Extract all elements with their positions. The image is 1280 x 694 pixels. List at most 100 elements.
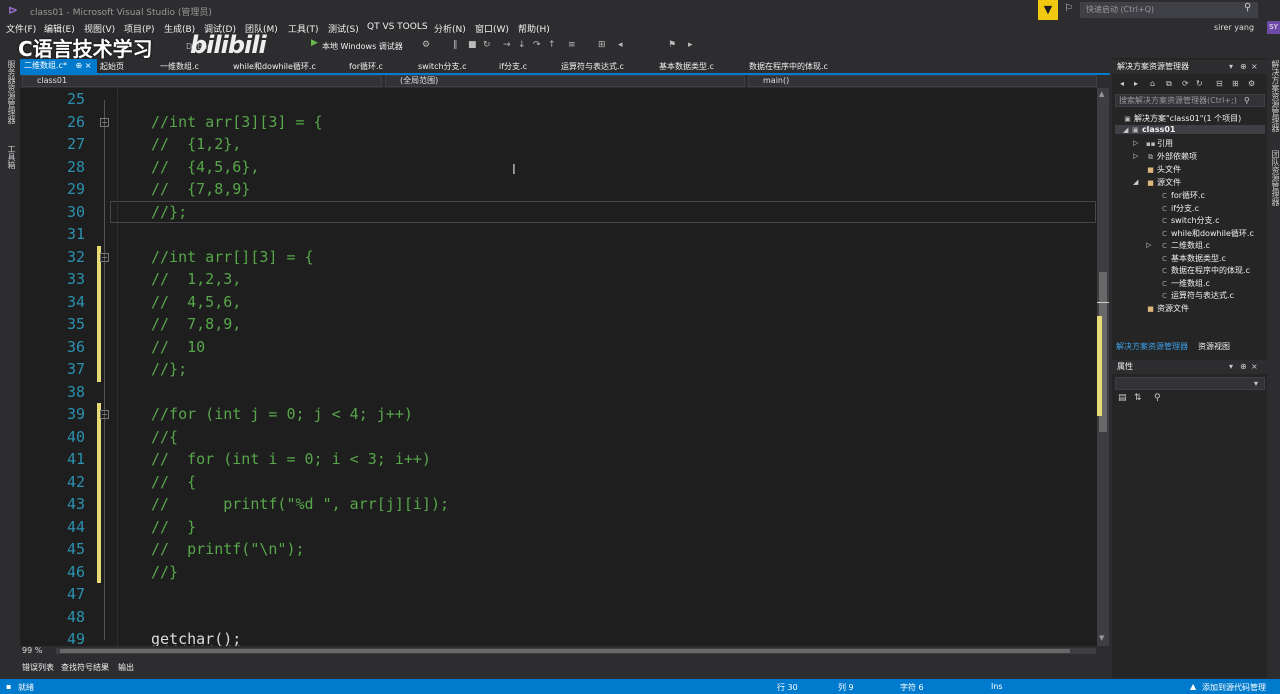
pin-close-icon[interactable]: ⊕ × bbox=[76, 61, 92, 70]
comment-icon[interactable]: ≡ bbox=[568, 40, 576, 50]
collapsed-arrow-icon[interactable]: ▷ bbox=[1133, 152, 1138, 160]
add-to-source-control-button[interactable]: 添加到源代码管理 bbox=[1202, 682, 1266, 693]
horizontal-scroll-thumb[interactable] bbox=[60, 649, 1070, 653]
tab-find-symbol-results[interactable]: 查找符号结果 bbox=[61, 662, 109, 673]
sync-icon[interactable]: ↻ bbox=[1196, 79, 1203, 88]
feedback-icon[interactable]: ⚐ bbox=[1064, 3, 1073, 14]
home-icon[interactable]: ⌂ bbox=[1150, 79, 1155, 88]
tab-file[interactable]: 一维数组.c bbox=[160, 60, 199, 73]
dropdown-icon[interactable]: ▾ bbox=[1229, 62, 1233, 71]
tab-active-file[interactable]: 二维数组.c* ⊕ × bbox=[20, 59, 97, 73]
pause-icon[interactable]: ‖ bbox=[453, 40, 458, 50]
show-next-statement-icon[interactable]: → bbox=[503, 40, 511, 50]
tree-file[interactable]: Cif分支.c bbox=[1160, 203, 1199, 214]
menu-analyze[interactable]: 分析(N) bbox=[434, 22, 466, 35]
menu-test[interactable]: 测试(S) bbox=[328, 22, 359, 35]
step-into-icon[interactable]: ↓ bbox=[518, 40, 526, 50]
notification-icon[interactable]: ▼ bbox=[1038, 0, 1058, 20]
avatar[interactable]: SY bbox=[1267, 21, 1280, 34]
switch-views-icon[interactable]: ⧉ bbox=[1166, 79, 1172, 89]
tree-node-resources[interactable]: ■ 资源文件 bbox=[1146, 303, 1189, 314]
back-icon[interactable]: ◂ bbox=[1120, 79, 1124, 88]
project-dropdown[interactable]: class01 bbox=[22, 75, 382, 87]
pending-changes-icon[interactable]: ⟳ bbox=[1182, 79, 1189, 88]
tree-node-sources[interactable]: ■ 源文件 bbox=[1146, 177, 1181, 188]
close-icon[interactable]: × bbox=[1251, 362, 1258, 371]
tab-error-list[interactable]: 错误列表 bbox=[22, 662, 54, 673]
menu-tools[interactable]: 工具(T) bbox=[288, 22, 319, 35]
scroll-down-icon[interactable]: ▼ bbox=[1099, 634, 1104, 642]
tree-node-references[interactable]: ▪▪ 引用 bbox=[1146, 138, 1173, 149]
tab-output[interactable]: 输出 bbox=[118, 662, 134, 673]
tree-file[interactable]: C 运算符与表达式.c bbox=[1160, 290, 1234, 301]
project-node[interactable]: ◢ ▣ class01 bbox=[1115, 125, 1265, 134]
start-debug-button[interactable]: 本地 Windows 调试器 bbox=[322, 39, 403, 54]
properties-icon[interactable]: ⚙ bbox=[1248, 79, 1255, 88]
collapse-icon[interactable]: − bbox=[100, 118, 109, 127]
next-bookmark-icon[interactable]: ▸ bbox=[688, 40, 693, 50]
step-over-icon[interactable]: ↷ bbox=[533, 40, 541, 50]
prev-bookmark-icon[interactable]: ◂ bbox=[618, 40, 623, 50]
tree-file[interactable]: Cfor循环.c bbox=[1160, 190, 1205, 201]
restart-icon[interactable]: ↻ bbox=[483, 40, 491, 50]
tab-file[interactable]: for循环.c bbox=[349, 60, 383, 73]
tab-file[interactable]: 基本数据类型.c bbox=[659, 60, 714, 73]
team-explorer-side-tab[interactable]: 团队资源管理器 bbox=[1270, 150, 1280, 206]
zoom-level[interactable]: 99 % bbox=[22, 646, 42, 655]
forward-icon[interactable]: ▸ bbox=[1134, 79, 1138, 88]
tab-file[interactable]: 运算符与表达式.c bbox=[561, 60, 624, 73]
solution-node[interactable]: ▣ 解决方案"class01"(1 个项目) bbox=[1123, 113, 1241, 124]
properties-object-select[interactable] bbox=[1115, 377, 1265, 390]
step-out-icon[interactable]: ↑ bbox=[548, 40, 556, 50]
tab-file[interactable]: while和dowhile循环.c bbox=[233, 60, 316, 73]
tab-solution-explorer[interactable]: 解决方案资源管理器 bbox=[1116, 341, 1188, 352]
close-icon[interactable]: × bbox=[1251, 62, 1258, 71]
scope-dropdown[interactable]: (全局范围) bbox=[385, 75, 745, 87]
expanded-arrow-icon[interactable]: ◢ bbox=[1133, 178, 1138, 186]
start-debug-icon[interactable]: ▶ bbox=[311, 38, 318, 48]
collapsed-arrow-icon[interactable]: ▷ bbox=[1146, 241, 1151, 249]
pin-icon[interactable]: ⊕ bbox=[1240, 62, 1247, 71]
stop-icon[interactable]: ■ bbox=[468, 40, 477, 50]
toolbox-tab[interactable]: 工具箱 bbox=[6, 145, 17, 169]
tree-file[interactable]: C 基本数据类型.c bbox=[1160, 253, 1226, 264]
tab-resource-view[interactable]: 资源视图 bbox=[1198, 341, 1230, 352]
tab-file[interactable]: 数据在程序中的体现.c bbox=[749, 60, 828, 73]
collapse-icon[interactable]: − bbox=[100, 253, 109, 262]
tree-file[interactable]: Cswitch分支.c bbox=[1160, 215, 1219, 226]
menu-window[interactable]: 窗口(W) bbox=[475, 22, 509, 35]
property-pages-icon[interactable]: ⚲ bbox=[1154, 393, 1161, 403]
tree-node-headers[interactable]: ■ 头文件 bbox=[1146, 164, 1181, 175]
search-icon[interactable]: ⚲ bbox=[1244, 2, 1251, 13]
source-control-icon[interactable]: ▲ bbox=[1190, 682, 1196, 691]
solution-explorer-side-tab[interactable]: 解决方案资源管理器 bbox=[1270, 60, 1280, 132]
tree-file[interactable]: C 数据在程序中的体现.c bbox=[1160, 265, 1250, 276]
collapse-all-icon[interactable]: ⊟ bbox=[1216, 79, 1223, 88]
show-all-files-icon[interactable]: ⊞ bbox=[1232, 79, 1239, 88]
menu-help[interactable]: 帮助(H) bbox=[518, 22, 550, 35]
collapse-icon[interactable]: − bbox=[100, 410, 109, 419]
pin-icon[interactable]: ⊕ bbox=[1240, 362, 1247, 371]
chevron-down-icon[interactable]: ▾ bbox=[1254, 379, 1258, 388]
bookmark-icon[interactable]: ⊞ bbox=[598, 40, 606, 50]
tree-file[interactable]: C 二维数组.c bbox=[1160, 240, 1210, 251]
attach-icon[interactable]: ⚙ bbox=[422, 40, 430, 50]
tree-file[interactable]: Cwhile和dowhile循环.c bbox=[1160, 228, 1254, 239]
quick-launch-input[interactable]: 快速启动 (Ctrl+Q) bbox=[1080, 2, 1258, 18]
scroll-up-icon[interactable]: ▲ bbox=[1099, 90, 1104, 98]
server-explorer-tab[interactable]: 服务器资源管理器 bbox=[6, 60, 17, 124]
alphabetical-icon[interactable]: ⇅ bbox=[1134, 393, 1142, 403]
tree-node-external-deps[interactable]: ⧉ 外部依赖项 bbox=[1146, 151, 1197, 162]
collapsed-arrow-icon[interactable]: ▷ bbox=[1133, 139, 1138, 147]
dropdown-icon[interactable]: ▾ bbox=[1229, 362, 1233, 371]
tab-start-page[interactable]: 起始页 bbox=[100, 60, 124, 73]
user-name[interactable]: sirer yang bbox=[1214, 23, 1254, 32]
tree-file[interactable]: C 一维数组.c bbox=[1160, 278, 1210, 289]
search-icon[interactable]: ⚲ bbox=[1244, 96, 1250, 105]
member-dropdown[interactable]: main() bbox=[748, 75, 1097, 87]
solution-search-input[interactable]: 搜索解决方案资源管理器(Ctrl+;) bbox=[1115, 94, 1265, 107]
tab-file[interactable]: switch分支.c bbox=[418, 60, 466, 73]
flag-icon[interactable]: ⚑ bbox=[668, 40, 676, 50]
menu-qt-vs-tools[interactable]: QT VS TOOLS bbox=[367, 22, 428, 32]
tab-file[interactable]: if分支.c bbox=[499, 60, 527, 73]
